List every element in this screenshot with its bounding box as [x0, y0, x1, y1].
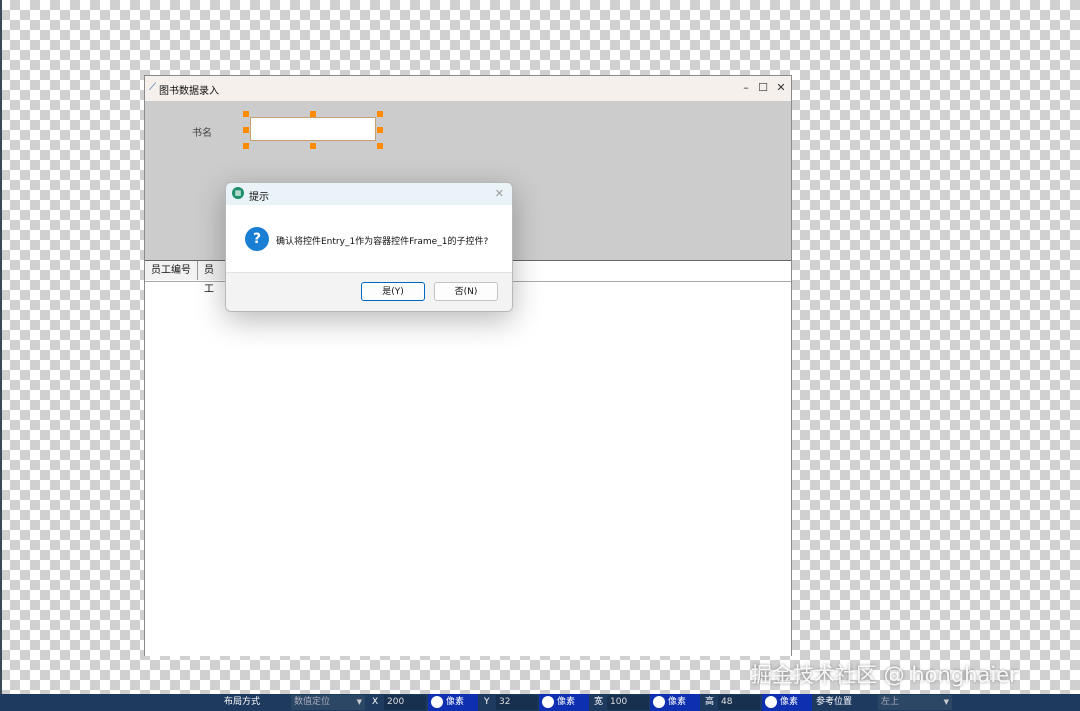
layout-mode-label: 布局方式 [224, 697, 261, 707]
reference-position-value: 左上 [881, 697, 900, 707]
dialog-close-icon[interactable]: ✕ [495, 187, 504, 200]
width-unit-label: 像素 [668, 697, 687, 707]
resize-handle-n[interactable] [310, 111, 316, 117]
radio-dot-icon [653, 696, 665, 708]
dialog-titlebar[interactable]: ▦ 提示 ✕ [226, 183, 512, 205]
layout-mode-select[interactable]: 数值定位 ▼ [291, 695, 365, 710]
resize-handle-e[interactable] [377, 127, 383, 133]
confirm-dialog[interactable]: ▦ 提示 ✕ ? 确认将控件Entry_1作为容器控件Frame_1的子控件? … [225, 182, 513, 312]
x-pixel-radio[interactable]: 像素 [428, 694, 478, 711]
book-name-label: 书名 [192, 128, 212, 139]
employee-table[interactable]: 员工编号 员工 [145, 260, 791, 656]
column-header-employee-id[interactable]: 员工编号 [145, 261, 198, 280]
x-label: X [372, 697, 379, 707]
column-header-employee[interactable]: 员工 [198, 261, 228, 295]
dialog-message: 确认将控件Entry_1作为容器控件Frame_1的子控件? [276, 237, 489, 247]
y-unit-label: 像素 [557, 697, 576, 707]
window-titlebar[interactable]: ⟋ 图书数据录入 – ☐ ✕ [145, 76, 791, 101]
chevron-down-icon: ▼ [356, 698, 362, 706]
design-window[interactable]: ⟋ 图书数据录入 – ☐ ✕ 书名 员工编号 员工 [144, 75, 792, 656]
left-frame-edge [0, 0, 2, 694]
reference-position-select[interactable]: 左上 ▼ [878, 695, 952, 710]
book-name-entry[interactable] [250, 117, 376, 141]
y-label: Y [484, 697, 490, 707]
chevron-down-icon: ▼ [943, 698, 949, 706]
height-unit-label: 像素 [780, 697, 799, 707]
height-label: 高 [705, 697, 715, 707]
radio-dot-icon [431, 696, 443, 708]
height-input[interactable]: 48 [718, 695, 760, 710]
dialog-title: 提示 [249, 192, 269, 203]
radio-dot-icon [542, 696, 554, 708]
layout-mode-value: 数值定位 [294, 697, 331, 707]
close-button[interactable]: ✕ [774, 81, 788, 94]
y-pixel-radio[interactable]: 像素 [539, 694, 589, 711]
window-title: 图书数据录入 [159, 86, 219, 97]
resize-handle-se[interactable] [377, 143, 383, 149]
width-label: 宽 [594, 697, 604, 707]
resize-handle-ne[interactable] [377, 111, 383, 117]
yes-button[interactable]: 是(Y) [361, 282, 425, 301]
layout-toolbar: 布局方式 数值定位 ▼ X 200 像素 Y 32 像素 宽 100 像素 高 … [0, 694, 1080, 711]
app-icon: ▦ [232, 187, 244, 199]
resize-handle-s[interactable] [310, 143, 316, 149]
dialog-footer: 是(Y) 否(N) [226, 272, 512, 311]
x-unit-label: 像素 [446, 697, 465, 707]
resize-handle-sw[interactable] [243, 143, 249, 149]
minimize-button[interactable]: – [739, 81, 753, 94]
x-input[interactable]: 200 [384, 695, 426, 710]
question-icon: ? [245, 227, 269, 251]
width-pixel-radio[interactable]: 像素 [650, 694, 700, 711]
radio-dot-icon [765, 696, 777, 708]
maximize-button[interactable]: ☐ [756, 81, 770, 94]
resize-handle-w[interactable] [243, 127, 249, 133]
resize-handle-nw[interactable] [243, 111, 249, 117]
reference-position-label: 参考位置 [816, 697, 853, 707]
watermark: 掘金技术社区 @ honghaier [751, 663, 1018, 687]
no-button[interactable]: 否(N) [434, 282, 498, 301]
y-input[interactable]: 32 [496, 695, 538, 710]
height-pixel-radio[interactable]: 像素 [762, 694, 812, 711]
feather-icon: ⟋ [149, 82, 156, 93]
width-input[interactable]: 100 [607, 695, 649, 710]
